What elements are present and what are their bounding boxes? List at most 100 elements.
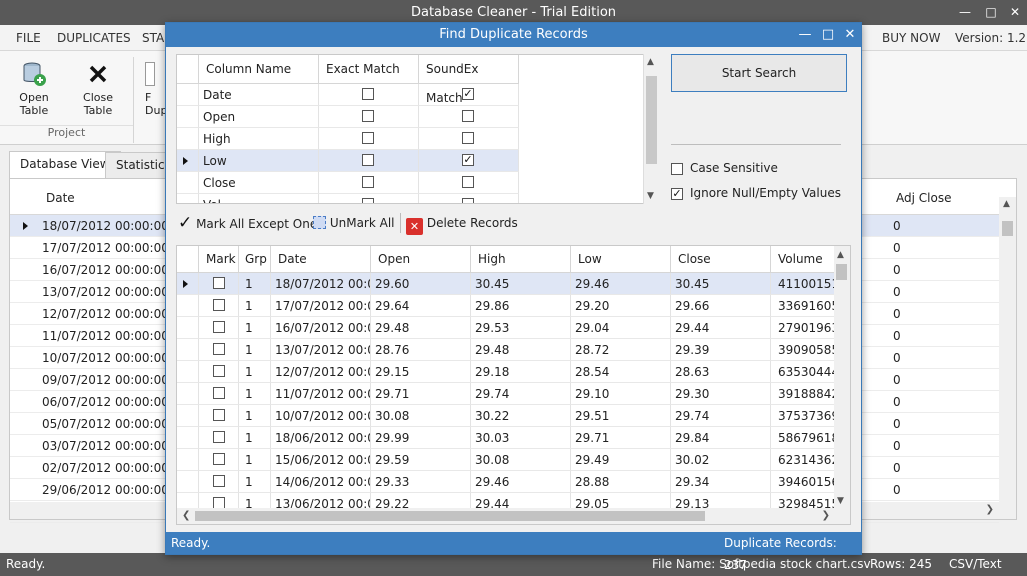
soundex-match-checkbox[interactable] — [462, 110, 474, 122]
list-item[interactable]: Vol — [177, 194, 519, 203]
mark-checkbox[interactable] — [213, 299, 225, 311]
mark-checkbox[interactable] — [213, 387, 225, 399]
column-grid-vscrollbar[interactable]: ▲ ▼ — [643, 54, 659, 204]
tab-database-view[interactable]: Database View — [9, 151, 121, 179]
cell-date: 11/07/2012 00:0... — [271, 383, 371, 405]
find-duplicates-button[interactable]: F Dup — [135, 59, 165, 117]
case-sensitive-option[interactable]: Case Sensitive — [671, 161, 778, 175]
mark-checkbox[interactable] — [213, 409, 225, 421]
mark-cell — [199, 383, 239, 405]
soundex-match-checkbox[interactable]: ✓ — [462, 88, 474, 100]
soundex-match-checkbox[interactable]: ✓ — [462, 154, 474, 166]
results-header-low[interactable]: Low — [571, 246, 671, 273]
exact-match-checkbox[interactable] — [362, 88, 374, 100]
table-row[interactable]: 118/06/2012 00:0...29.9930.0329.7129.845… — [177, 427, 836, 449]
results-hscrollbar[interactable]: ❮ ❯ — [177, 508, 850, 524]
menu-buy-now[interactable]: BUY NOW — [882, 25, 940, 51]
mark-checkbox[interactable] — [213, 365, 225, 377]
results-header-mark[interactable]: Mark — [199, 246, 239, 273]
cell-volume: 39090585 — [771, 339, 836, 361]
results-header-grp[interactable]: Grp — [239, 246, 271, 273]
dialog-close-icon[interactable]: ✕ — [839, 23, 861, 47]
delete-records-button[interactable]: ✕ Delete Records — [406, 213, 526, 235]
cell-volume: 58679618 — [771, 427, 836, 449]
results-header-open[interactable]: Open — [371, 246, 471, 273]
column-header-date[interactable]: Date — [46, 187, 75, 209]
table-row[interactable]: 113/07/2012 00:0...28.7629.4828.7229.393… — [177, 339, 836, 361]
minimize-icon[interactable]: — — [953, 0, 977, 25]
mark-checkbox[interactable] — [213, 475, 225, 487]
soundex-match-checkbox[interactable] — [462, 176, 474, 188]
soundex-match-checkbox[interactable] — [462, 198, 474, 203]
close-icon[interactable]: ✕ — [1003, 0, 1027, 25]
mark-checkbox[interactable] — [213, 277, 225, 289]
list-item[interactable]: Open — [177, 106, 519, 128]
exact-match-checkbox[interactable] — [362, 198, 374, 203]
unmark-all-button[interactable]: UnMark All — [313, 213, 413, 233]
table-row[interactable]: 115/06/2012 00:0...29.5930.0829.4930.026… — [177, 449, 836, 471]
table-row[interactable]: 111/07/2012 00:0...29.7129.7429.1029.303… — [177, 383, 836, 405]
exact-match-checkbox[interactable] — [362, 132, 374, 144]
column-header-adj-close[interactable]: Adj Close — [896, 187, 951, 209]
cell-date: 15/06/2012 00:0... — [271, 449, 371, 471]
exact-match-checkbox[interactable] — [362, 110, 374, 122]
table-row[interactable]: 112/07/2012 00:0...29.1529.1828.5428.636… — [177, 361, 836, 383]
soundex-match-checkbox[interactable] — [462, 132, 474, 144]
open-table-button[interactable]: Open Table — [4, 59, 64, 117]
table-row[interactable]: 116/07/2012 00:0...29.4829.5329.0429.442… — [177, 317, 836, 339]
menu-statistics[interactable]: STA — [142, 25, 164, 51]
dialog-minimize-icon[interactable]: — — [794, 23, 816, 47]
list-item[interactable]: High — [177, 128, 519, 150]
table-row[interactable]: 117/07/2012 00:0...29.6429.8629.2029.663… — [177, 295, 836, 317]
mark-checkbox[interactable] — [213, 321, 225, 333]
column-name-cell: Date — [199, 84, 319, 106]
mark-checkbox[interactable] — [213, 453, 225, 465]
cell-open: 29.59 — [371, 449, 471, 471]
toolbar-separator — [400, 213, 401, 233]
mark-cell — [199, 273, 239, 295]
row-header-cell — [177, 471, 199, 493]
list-item[interactable]: Low ✓ — [177, 150, 519, 172]
soundex-match-cell — [419, 172, 519, 194]
menu-duplicates[interactable]: DUPLICATES — [57, 25, 131, 51]
ignore-null-option[interactable]: ✓ Ignore Null/Empty Values — [671, 186, 841, 200]
cell-high: 29.53 — [471, 317, 571, 339]
results-header-close[interactable]: Close — [671, 246, 771, 273]
cell-close: 30.02 — [671, 449, 771, 471]
cell-close: 29.66 — [671, 295, 771, 317]
mark-checkbox[interactable] — [213, 431, 225, 443]
dialog-maximize-icon[interactable]: □ — [817, 23, 839, 47]
column-header-soundex[interactable]: SoundEx Match — [419, 55, 519, 105]
ignore-null-checkbox[interactable]: ✓ — [671, 187, 683, 200]
row-date: 09/07/2012 00:00:00 — [42, 373, 166, 387]
cell-volume: 33691605 — [771, 295, 836, 317]
case-sensitive-checkbox[interactable] — [671, 162, 683, 175]
list-item[interactable]: Close — [177, 172, 519, 194]
database-grid-vscrollbar[interactable]: ▲ — [999, 197, 1016, 519]
status-ready: Ready. — [6, 557, 46, 571]
menu-file[interactable]: FILE — [16, 25, 41, 51]
results-header-volume[interactable]: Volume — [771, 246, 836, 273]
results-header-date[interactable]: Date — [271, 246, 371, 273]
column-name-cell: High — [199, 128, 319, 150]
row-adj-close: 0 — [893, 285, 901, 299]
table-row[interactable]: 110/07/2012 00:0...30.0830.2229.5129.743… — [177, 405, 836, 427]
row-header-cell — [177, 405, 199, 427]
exact-match-checkbox[interactable] — [362, 154, 374, 166]
exact-match-checkbox[interactable] — [362, 176, 374, 188]
start-search-button[interactable]: Start Search — [671, 54, 847, 92]
column-header-name[interactable]: Column Name — [199, 55, 319, 84]
find-duplicates-label: F Dup — [145, 91, 165, 117]
results-header-high[interactable]: High — [471, 246, 571, 273]
cell-open: 29.15 — [371, 361, 471, 383]
table-row[interactable]: 114/06/2012 00:0...29.3329.4628.8829.343… — [177, 471, 836, 493]
cell-grp: 1 — [239, 295, 271, 317]
mark-checkbox[interactable] — [213, 343, 225, 355]
close-table-button[interactable]: Close Table — [68, 59, 128, 117]
row-adj-close: 0 — [893, 483, 901, 497]
table-row[interactable]: 118/07/2012 00:0...29.6030.4529.4630.454… — [177, 273, 836, 295]
results-vscrollbar[interactable]: ▲ ▼ — [834, 246, 850, 509]
maximize-icon[interactable]: □ — [979, 0, 1003, 25]
column-header-exact[interactable]: Exact Match — [319, 55, 419, 84]
list-item[interactable]: Date ✓ — [177, 84, 519, 106]
